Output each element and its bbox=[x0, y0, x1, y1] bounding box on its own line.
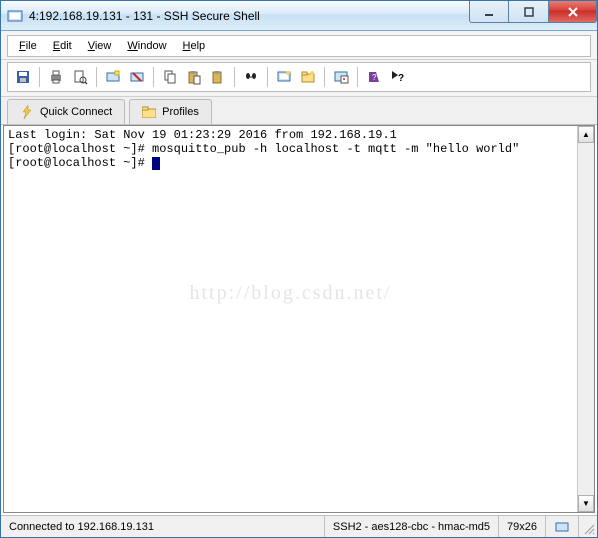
menubar: File Edit View Window Help bbox=[7, 35, 591, 57]
app-window: 4:192.168.19.131 - 131 - SSH Secure Shel… bbox=[0, 0, 598, 538]
profiles-button[interactable]: Profiles bbox=[129, 99, 212, 124]
scroll-up-button[interactable]: ▲ bbox=[578, 126, 594, 143]
status-size: 79x26 bbox=[499, 516, 546, 537]
quick-connect-label: Quick Connect bbox=[40, 106, 112, 118]
paste-button[interactable] bbox=[183, 66, 205, 88]
status-bar: Connected to 192.168.19.131 SSH2 - aes12… bbox=[1, 515, 597, 537]
terminal-prompt: [root@localhost ~]# bbox=[8, 156, 152, 170]
new-session-button[interactable] bbox=[102, 66, 124, 88]
connection-bar: Quick Connect Profiles bbox=[1, 97, 597, 125]
paste-selection-button[interactable] bbox=[207, 66, 229, 88]
watermark: http://blog.csdn.net/ bbox=[4, 286, 577, 300]
maximize-button[interactable] bbox=[509, 1, 549, 23]
print-button[interactable] bbox=[45, 66, 67, 88]
menu-file[interactable]: File bbox=[12, 38, 44, 54]
scroll-track[interactable] bbox=[578, 143, 594, 495]
menu-view[interactable]: View bbox=[81, 38, 119, 54]
window-controls bbox=[469, 1, 597, 30]
resize-grip[interactable] bbox=[579, 516, 597, 537]
vertical-scrollbar[interactable]: ▲ ▼ bbox=[577, 126, 594, 512]
menu-edit[interactable]: Edit bbox=[46, 38, 79, 54]
close-button[interactable] bbox=[549, 1, 597, 23]
toolbar-separator bbox=[153, 67, 154, 87]
toolbar-separator bbox=[39, 67, 40, 87]
profiles-label: Profiles bbox=[162, 106, 199, 118]
menu-help[interactable]: Help bbox=[176, 38, 213, 54]
menubar-container: File Edit View Window Help bbox=[1, 31, 597, 60]
lightning-icon bbox=[20, 105, 34, 119]
toolbar-separator bbox=[267, 67, 268, 87]
terminal-line: [root@localhost ~]# mosquitto_pub -h loc… bbox=[8, 142, 519, 156]
svg-text:?: ? bbox=[398, 73, 404, 84]
scroll-down-button[interactable]: ▼ bbox=[578, 495, 594, 512]
svg-text:?: ? bbox=[372, 73, 377, 82]
toolbar-separator bbox=[234, 67, 235, 87]
settings-button[interactable] bbox=[330, 66, 352, 88]
print-preview-button[interactable] bbox=[69, 66, 91, 88]
toolbar-separator bbox=[96, 67, 97, 87]
help-button[interactable]: ? bbox=[363, 66, 385, 88]
terminal-line: Last login: Sat Nov 19 01:23:29 2016 fro… bbox=[8, 128, 397, 142]
status-indicator bbox=[546, 516, 579, 537]
quick-connect-button[interactable]: Quick Connect bbox=[7, 99, 125, 124]
toolbar: ? ? bbox=[7, 62, 591, 92]
window-title: 4:192.168.19.131 - 131 - SSH Secure Shel… bbox=[29, 9, 469, 23]
app-icon bbox=[7, 8, 23, 24]
folder-icon bbox=[142, 105, 156, 119]
toolbar-separator bbox=[357, 67, 358, 87]
status-connection: Connected to 192.168.19.131 bbox=[1, 516, 325, 537]
find-button[interactable] bbox=[240, 66, 262, 88]
toolbar-container: ? ? bbox=[1, 60, 597, 97]
minimize-button[interactable] bbox=[469, 1, 509, 23]
title-bar: 4:192.168.19.131 - 131 - SSH Secure Shel… bbox=[1, 1, 597, 31]
cursor bbox=[152, 157, 160, 170]
terminal-area: Last login: Sat Nov 19 01:23:29 2016 fro… bbox=[3, 125, 595, 513]
new-terminal-button[interactable] bbox=[273, 66, 295, 88]
save-button[interactable] bbox=[12, 66, 34, 88]
terminal[interactable]: Last login: Sat Nov 19 01:23:29 2016 fro… bbox=[4, 126, 577, 512]
copy-button[interactable] bbox=[159, 66, 181, 88]
status-cipher: SSH2 - aes128-cbc - hmac-md5 bbox=[325, 516, 499, 537]
toolbar-separator bbox=[324, 67, 325, 87]
disconnect-button[interactable] bbox=[126, 66, 148, 88]
menu-window[interactable]: Window bbox=[120, 38, 173, 54]
context-help-button[interactable]: ? bbox=[387, 66, 409, 88]
new-file-transfer-button[interactable] bbox=[297, 66, 319, 88]
